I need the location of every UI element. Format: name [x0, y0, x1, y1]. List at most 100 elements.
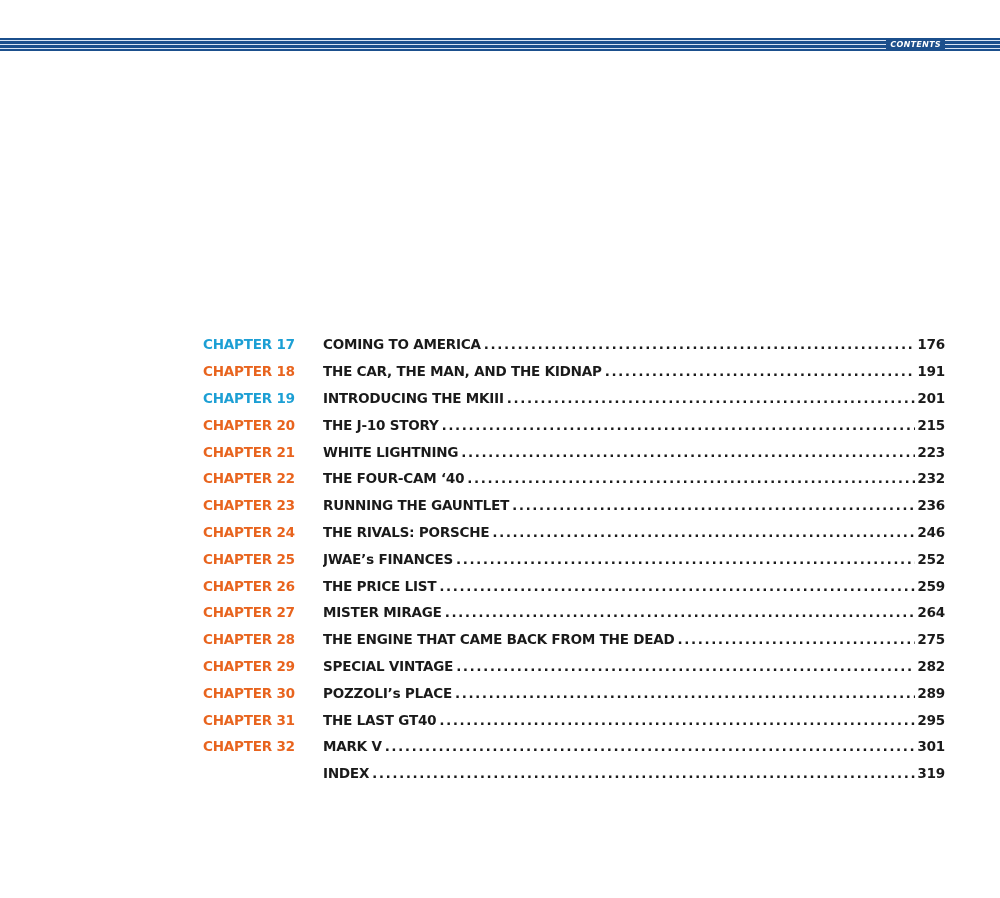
- dot-leader: [442, 418, 916, 434]
- chapter-title: POZZOLI’s PLACE: [323, 685, 452, 702]
- title-line: RUNNING THE GAUNTLET 236: [323, 498, 945, 514]
- page-number: 259: [917, 578, 945, 595]
- chapter-number: CHAPTER 20: [203, 417, 295, 434]
- dot-leader: [456, 659, 915, 675]
- title-line: POZZOLI’s PLACE 289: [323, 686, 945, 702]
- page-number: 252: [917, 551, 945, 568]
- chapter-number: CHAPTER 27: [203, 605, 295, 622]
- toc-entry[interactable]: CHAPTER 31 THE LAST GT40 295: [203, 707, 945, 734]
- title-line: THE PRICE LIST 259: [323, 579, 945, 595]
- chapter-title: MISTER MIRAGE: [323, 605, 442, 622]
- chapter-number: CHAPTER 31: [203, 712, 295, 729]
- toc-entry[interactable]: INDEX 319: [203, 761, 945, 788]
- dot-leader: [461, 445, 915, 461]
- chapter-title: INTRODUCING THE MKIII: [323, 390, 504, 407]
- title-line: THE J-10 STORY 215: [323, 418, 945, 434]
- chapter-title: RUNNING THE GAUNTLET: [323, 498, 510, 515]
- dot-leader: [507, 391, 916, 407]
- dot-leader: [678, 632, 916, 648]
- page-number: 295: [917, 712, 945, 729]
- chapter-title: THE J-10 STORY: [323, 417, 439, 434]
- chapter-title: COMING TO AMERICA: [323, 337, 481, 354]
- toc-entry[interactable]: CHAPTER 20 THE J-10 STORY 215: [203, 412, 945, 439]
- toc-entry[interactable]: CHAPTER 24 THE RIVALS: PORSCHE 246: [203, 520, 945, 547]
- title-line: JWAE’s FINANCES 252: [323, 552, 945, 568]
- chapter-title: WHITE LIGHTNING: [323, 444, 459, 461]
- chapter-number: CHAPTER 25: [203, 551, 295, 568]
- title-line: MARK V 301: [323, 739, 945, 755]
- page-number: 289: [917, 685, 945, 702]
- toc-entry[interactable]: CHAPTER 19 INTRODUCING THE MKIII 201: [203, 386, 945, 413]
- chapter-number: CHAPTER 18: [203, 364, 295, 381]
- dot-leader: [439, 713, 915, 729]
- toc-entry[interactable]: CHAPTER 30 POZZOLI’s PLACE 289: [203, 680, 945, 707]
- page-number: 301: [917, 739, 945, 756]
- title-line: COMING TO AMERICA 176: [323, 337, 945, 353]
- title-line: SPECIAL VINTAGE 282: [323, 659, 945, 675]
- title-line: INDEX 319: [323, 766, 945, 782]
- chapter-number: CHAPTER 28: [203, 632, 295, 649]
- dot-leader: [445, 605, 916, 621]
- chapter-number: CHAPTER 17: [203, 337, 295, 354]
- toc-entry[interactable]: CHAPTER 29 SPECIAL VINTAGE 282: [203, 654, 945, 681]
- chapter-number: CHAPTER 19: [203, 390, 295, 407]
- title-line: THE LAST GT40 295: [323, 713, 945, 729]
- chapter-number: CHAPTER 29: [203, 658, 295, 675]
- toc-entry[interactable]: CHAPTER 23 RUNNING THE GAUNTLET 236: [203, 493, 945, 520]
- header-band: [0, 38, 1000, 51]
- toc-entry[interactable]: CHAPTER 25 JWAE’s FINANCES 252: [203, 546, 945, 573]
- page-number: 275: [917, 632, 945, 649]
- chapter-number: CHAPTER 32: [203, 739, 295, 756]
- title-line: WHITE LIGHTNING 223: [323, 445, 945, 461]
- toc-entry[interactable]: CHAPTER 26 THE PRICE LIST 259: [203, 573, 945, 600]
- toc-entry[interactable]: CHAPTER 22 THE FOUR-CAM ‘40 232: [203, 466, 945, 493]
- chapter-title: THE LAST GT40: [323, 712, 437, 729]
- section-label: CONTENTS: [886, 39, 945, 50]
- dot-leader: [484, 337, 916, 353]
- dot-leader: [467, 471, 915, 487]
- dot-leader: [512, 498, 915, 514]
- page-number: 236: [917, 498, 945, 515]
- chapter-title: SPECIAL VINTAGE: [323, 658, 454, 675]
- toc-entry[interactable]: CHAPTER 32 MARK V 301: [203, 734, 945, 761]
- toc-entry[interactable]: CHAPTER 17 COMING TO AMERICA 176: [203, 332, 945, 359]
- page-number: 191: [917, 364, 945, 381]
- dot-leader: [455, 686, 915, 702]
- header-stripe: [0, 40, 1000, 41]
- chapter-title: JWAE’s FINANCES: [323, 551, 453, 568]
- page-number: 282: [917, 658, 945, 675]
- dot-leader: [439, 579, 915, 595]
- toc-entry[interactable]: CHAPTER 21 WHITE LIGHTNING 223: [203, 439, 945, 466]
- chapter-number: CHAPTER 26: [203, 578, 295, 595]
- page-number: 319: [917, 766, 945, 783]
- title-line: MISTER MIRAGE 264: [323, 605, 945, 621]
- header-stripe: [0, 48, 1000, 49]
- dot-leader: [492, 525, 915, 541]
- toc-entry[interactable]: CHAPTER 18 THE CAR, THE MAN, AND THE KID…: [203, 359, 945, 386]
- toc-entry[interactable]: CHAPTER 28 THE ENGINE THAT CAME BACK FRO…: [203, 627, 945, 654]
- title-line: INTRODUCING THE MKIII 201: [323, 391, 945, 407]
- chapter-title: THE ENGINE THAT CAME BACK FROM THE DEAD: [323, 632, 675, 649]
- dot-leader: [385, 739, 916, 755]
- chapter-title: THE FOUR-CAM ‘40: [323, 471, 465, 488]
- chapter-title: INDEX: [323, 766, 370, 783]
- title-line: THE CAR, THE MAN, AND THE KIDNAP 191: [323, 364, 945, 380]
- page-number: 246: [917, 524, 945, 541]
- toc-entry[interactable]: CHAPTER 27 MISTER MIRAGE 264: [203, 600, 945, 627]
- dot-leader: [456, 552, 915, 568]
- header-stripe: [0, 44, 1000, 45]
- page-number: 176: [917, 337, 945, 354]
- page-number: 215: [917, 417, 945, 434]
- page-number: 201: [917, 390, 945, 407]
- chapter-number: CHAPTER 23: [203, 498, 295, 515]
- chapter-number: CHAPTER 24: [203, 524, 295, 541]
- chapter-title: THE PRICE LIST: [323, 578, 437, 595]
- title-line: THE FOUR-CAM ‘40 232: [323, 471, 945, 487]
- page-number: 232: [917, 471, 945, 488]
- chapter-number: CHAPTER 30: [203, 685, 295, 702]
- chapter-title: MARK V: [323, 739, 382, 756]
- chapter-number: CHAPTER 22: [203, 471, 295, 488]
- dot-leader: [605, 364, 916, 380]
- page-number: 223: [917, 444, 945, 461]
- chapter-title: THE CAR, THE MAN, AND THE KIDNAP: [323, 364, 602, 381]
